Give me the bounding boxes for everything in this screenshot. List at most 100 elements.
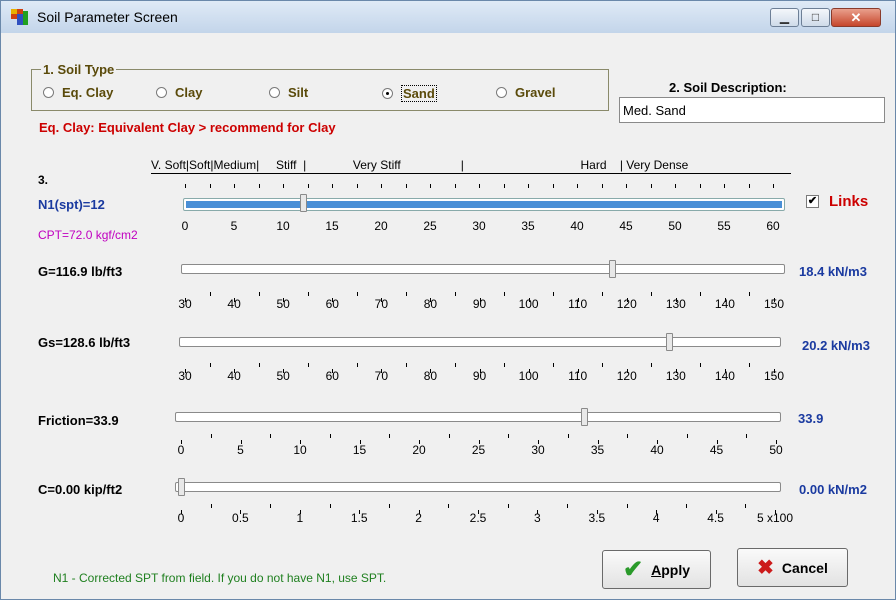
maximize-icon: □ — [811, 10, 820, 24]
friction-label: Friction=33.9 — [38, 413, 119, 428]
n1-tick-mark — [675, 184, 676, 188]
friction-tick-mark — [300, 440, 301, 444]
g-slider-thumb[interactable] — [608, 260, 616, 278]
gs-tick-mark — [185, 369, 186, 373]
gs-slider-thumb[interactable] — [665, 333, 673, 351]
n1-tick-mark — [332, 184, 333, 188]
soil-type-radio-4[interactable]: Gravel — [496, 85, 555, 100]
gs-slider-track[interactable] — [179, 337, 781, 347]
friction-tick-mark — [716, 440, 718, 444]
c-tick-mark — [210, 504, 212, 508]
c-tick-mark — [448, 504, 450, 508]
n1-tick-label: 15 — [325, 219, 339, 233]
gs-tick-mark — [724, 369, 726, 373]
friction-tick-label: 45 — [709, 443, 724, 457]
c-tick-mark — [359, 510, 361, 514]
friction-slider-track[interactable] — [175, 412, 781, 422]
section-3-label: 3. — [38, 173, 49, 187]
soil-description-input[interactable] — [619, 97, 885, 123]
gs-tick-mark — [479, 369, 481, 373]
app-icon — [11, 9, 28, 25]
soil-parameter-window: Soil Parameter Screen ▁ □ ✕ 1. Soil Type… — [0, 0, 896, 600]
soil-type-radio-1[interactable]: Clay — [156, 85, 202, 100]
g-tick-mark — [356, 292, 358, 296]
c-tick-mark — [270, 504, 272, 508]
apply-button[interactable]: ✔ Apply — [602, 550, 711, 589]
g-tick-mark — [381, 298, 383, 302]
gs-tick-mark — [307, 363, 309, 367]
g-tick-mark — [283, 298, 285, 302]
links-label: Links — [829, 193, 869, 210]
g-tick-mark — [749, 292, 751, 296]
c-tick-mark — [596, 510, 598, 514]
close-button[interactable]: ✕ — [831, 8, 881, 27]
radio-circle[interactable] — [156, 87, 167, 98]
friction-tick-label: 40 — [650, 443, 664, 457]
g-tick-mark — [651, 292, 653, 296]
consistency-scale: V. Soft|Soft|Medium| Stiff | Very Stiff … — [151, 158, 689, 172]
n1-tick-mark — [209, 184, 211, 188]
gs-tick-mark — [651, 363, 653, 367]
g-tick-mark — [724, 298, 726, 302]
gs-label: Gs=128.6 lb/ft3 — [38, 335, 131, 350]
links-checkbox[interactable]: ✔ — [806, 195, 819, 208]
n1-tick-mark — [724, 184, 725, 188]
minimize-button[interactable]: ▁ — [770, 8, 799, 27]
friction-tick-label: 10 — [293, 443, 307, 457]
n1-tick-mark — [626, 184, 627, 188]
g-slider-track[interactable] — [181, 264, 785, 274]
g-tick-mark — [553, 292, 555, 296]
c-slider-thumb[interactable] — [178, 478, 185, 496]
c-tick-mark — [329, 504, 331, 508]
gs-tick-mark — [700, 363, 702, 367]
friction-slider-thumb[interactable] — [581, 408, 589, 426]
n1-slider-thumb[interactable] — [299, 194, 307, 212]
g-tick-mark — [430, 298, 432, 302]
soil-type-radio-0[interactable]: Eq. Clay — [43, 85, 113, 100]
radio-circle[interactable] — [496, 87, 507, 98]
cpt-value: CPT=72.0 kgf/cm2 — [38, 228, 138, 242]
friction-tick-mark — [746, 434, 748, 438]
soil-type-radio-2[interactable]: Silt — [269, 85, 308, 100]
friction-tick-mark — [270, 434, 272, 438]
friction-tick-mark — [240, 440, 242, 444]
gs-tick-mark — [234, 369, 236, 373]
gs-tick-mark — [209, 363, 211, 367]
gs-tick-mark — [356, 363, 358, 367]
close-icon: ✕ — [850, 10, 862, 25]
gs-tick-mark — [332, 369, 334, 373]
radio-circle[interactable] — [382, 88, 393, 99]
n1-tick-label: 0 — [181, 219, 189, 233]
n1-tick-label: 25 — [423, 219, 437, 233]
soil-description-label: 2. Soil Description: — [669, 80, 787, 95]
friction-tick-mark — [567, 434, 569, 438]
n1-slider-track[interactable] — [183, 198, 785, 211]
radio-label: Clay — [175, 85, 203, 100]
friction-tick-mark — [448, 434, 450, 438]
friction-tick-label: 15 — [352, 443, 367, 457]
g-tick-mark — [602, 292, 604, 296]
friction-tick-mark — [181, 440, 182, 444]
g-tick-mark — [504, 292, 506, 296]
c-tick-mark — [567, 504, 569, 508]
friction-tick-mark — [329, 434, 331, 438]
maximize-button[interactable]: □ — [801, 8, 830, 27]
c-tick-mark — [507, 504, 509, 508]
cancel-button[interactable]: ✖ Cancel — [737, 548, 848, 587]
g-tick-mark — [675, 298, 677, 302]
g-tick-mark — [479, 298, 481, 302]
n1-tick-mark — [430, 184, 431, 188]
g-tick-mark — [626, 298, 628, 302]
n1-tick-label: 45 — [619, 219, 633, 233]
n1-tick-mark — [699, 184, 701, 188]
c-slider-track[interactable] — [175, 482, 781, 492]
friction-metric: 33.9 — [798, 411, 824, 426]
friction-tick-mark — [538, 440, 539, 444]
title-bar[interactable]: Soil Parameter Screen ▁ □ ✕ — [1, 1, 895, 33]
soil-type-radio-3[interactable]: Sand — [382, 85, 437, 102]
n1-tick-mark — [356, 184, 358, 188]
n1-tick-label: 10 — [276, 219, 290, 233]
radio-circle[interactable] — [43, 87, 54, 98]
c-tick-mark — [626, 504, 628, 508]
radio-circle[interactable] — [269, 87, 280, 98]
